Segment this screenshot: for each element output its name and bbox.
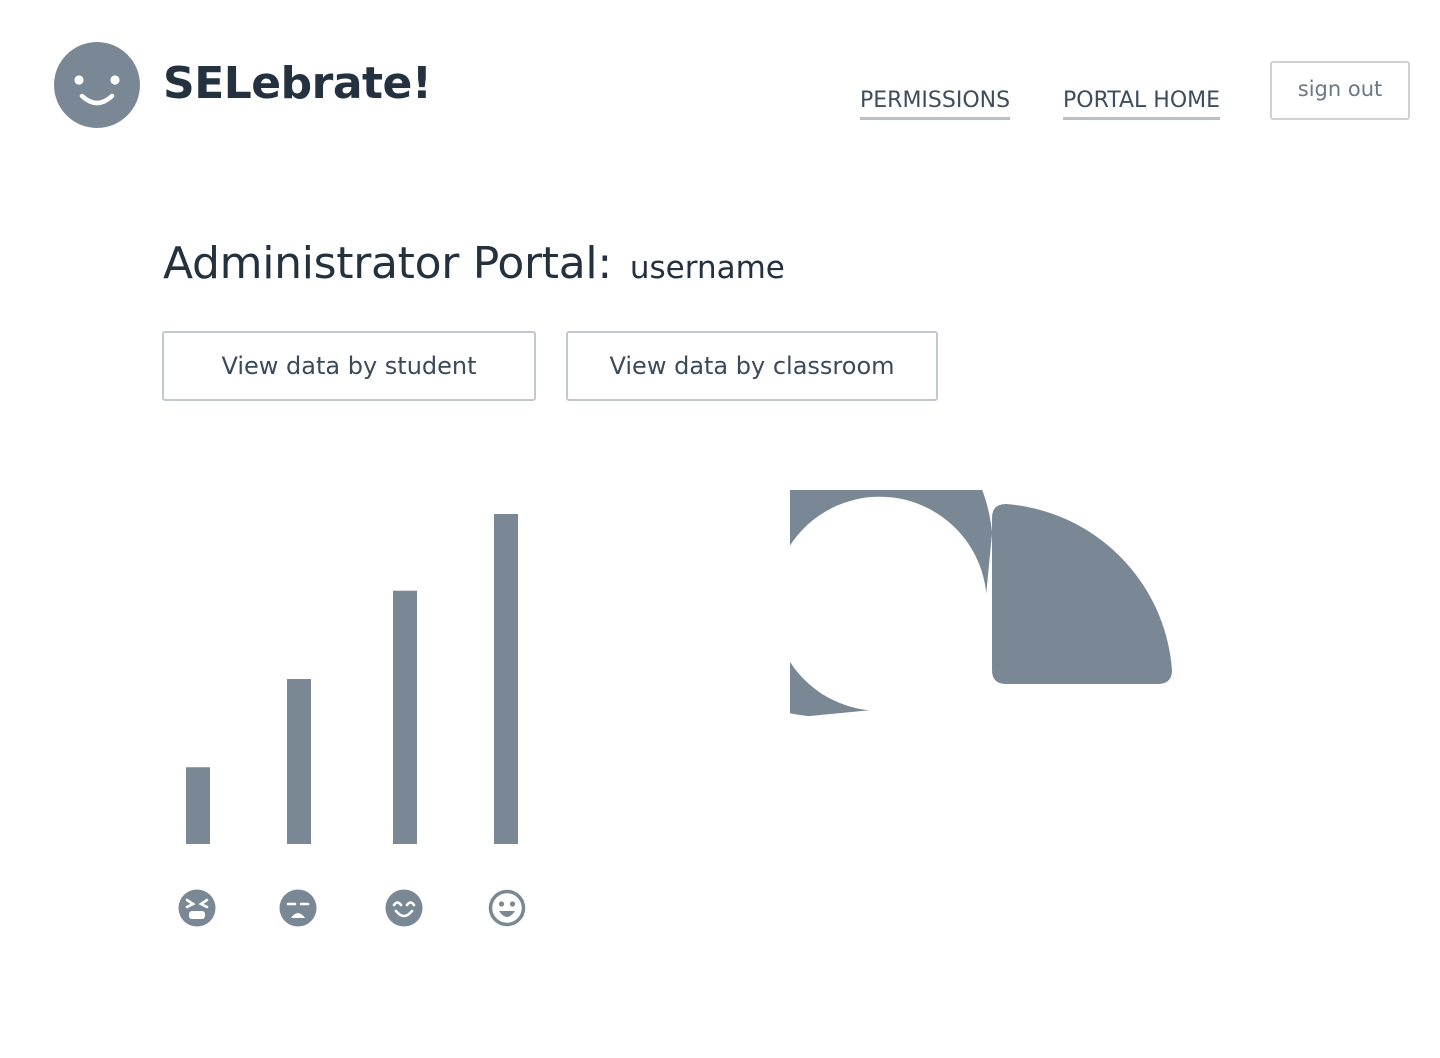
- pie-slice-donut-ring: [790, 490, 993, 717]
- administrator-portal-page: SELebrate! PERMISSIONS PORTAL HOME sign …: [0, 0, 1440, 1058]
- nav-portal-home-link[interactable]: PORTAL HOME: [1063, 86, 1221, 120]
- bar: [393, 590, 417, 844]
- frowning-face-icon: [279, 889, 317, 927]
- bar: [186, 767, 210, 844]
- page-title: Administrator Portal: username: [163, 238, 785, 289]
- view-by-student-button[interactable]: View data by student: [162, 331, 536, 401]
- mood-bar-chart: [178, 514, 526, 927]
- mood-donut-chart: [790, 490, 1172, 717]
- brand-name[interactable]: SELebrate!: [163, 56, 432, 112]
- bar: [287, 679, 311, 844]
- view-by-classroom-button[interactable]: View data by classroom: [566, 331, 938, 401]
- angry-face-icon: [178, 889, 216, 927]
- smiley-face-icon[interactable]: [54, 42, 140, 128]
- nav-permissions-link[interactable]: PERMISSIONS: [860, 86, 1011, 120]
- smiling-face-icon: [385, 889, 423, 927]
- grinning-face-icon: [488, 889, 526, 927]
- bar: [494, 514, 518, 844]
- sign-out-button[interactable]: sign out: [1270, 61, 1410, 120]
- username-label: username: [629, 250, 785, 286]
- pie-slice-exploded: [992, 504, 1172, 684]
- portal-title-text: Administrator Portal:: [163, 238, 612, 289]
